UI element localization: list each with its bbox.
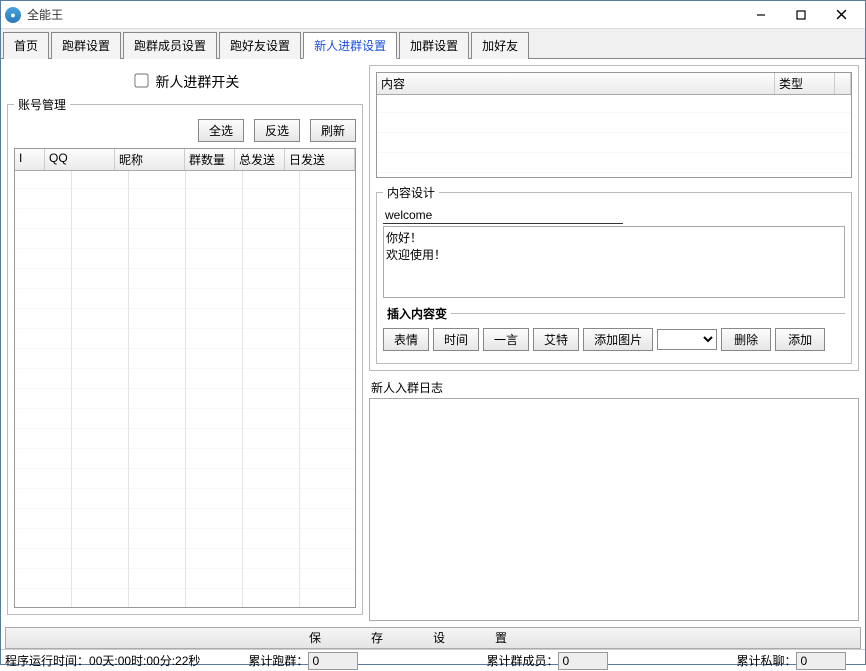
content-set-group: 内容设计 插入内容变 表情 时间 一言 艾特 添加图片 删除 添加: [376, 184, 852, 364]
tab-run-group-members[interactable]: 跑群成员设置: [123, 32, 217, 59]
content-list-group: 内容 类型 内容设计 插入内容变 表情 时间 一言 艾特 添加图片: [369, 65, 859, 371]
invert-select-button[interactable]: 反选: [254, 119, 300, 142]
save-settings-button[interactable]: 保存设置: [5, 627, 861, 649]
account-table[interactable]: I QQ 昵称 群数量 总发送 日发送: [14, 148, 356, 608]
newcomer-switch-row: 新人进群开关: [7, 65, 363, 96]
maximize-button[interactable]: [781, 1, 821, 29]
insert-emoji-button[interactable]: 表情: [383, 328, 429, 351]
log-label: 新人入群日志: [371, 379, 859, 396]
insert-oneword-button[interactable]: 一言: [483, 328, 529, 351]
newcomer-switch[interactable]: 新人进群开关: [131, 74, 240, 90]
content-message-textarea[interactable]: [383, 226, 845, 298]
insert-add-image-button[interactable]: 添加图片: [583, 328, 653, 351]
titlebar: ● 全能王: [1, 1, 865, 29]
log-box[interactable]: [369, 398, 859, 621]
status-bar: 程序运行时间： 00天:00时:00分:22秒 累计跑群： 累计群成员： 累计私…: [1, 649, 865, 671]
col-spacer: [835, 73, 851, 94]
tab-add-friend[interactable]: 加好友: [471, 32, 529, 59]
tab-newcomer[interactable]: 新人进群设置: [303, 32, 397, 59]
close-button[interactable]: [821, 1, 861, 29]
content-select[interactable]: [657, 329, 717, 350]
add-button[interactable]: 添加: [775, 328, 825, 351]
members-label: 累计群成员：: [486, 652, 558, 669]
col-index[interactable]: I: [15, 149, 45, 170]
col-content[interactable]: 内容: [377, 73, 775, 94]
tab-run-group[interactable]: 跑群设置: [51, 32, 121, 59]
account-group: 账号管理 全选 反选 刷新 I QQ 昵称 群数量 总发送 日发送: [7, 96, 363, 615]
col-type[interactable]: 类型: [775, 73, 835, 94]
col-groups[interactable]: 群数量: [185, 149, 235, 170]
content-set-legend: 内容设计: [383, 184, 439, 201]
insert-at-button[interactable]: 艾特: [533, 328, 579, 351]
minimize-button[interactable]: [741, 1, 781, 29]
col-daily-sent[interactable]: 日发送: [285, 149, 355, 170]
col-total-sent[interactable]: 总发送: [235, 149, 285, 170]
runtime-value: 00天:00时:00分:22秒: [89, 652, 200, 669]
tab-run-friends[interactable]: 跑好友设置: [219, 32, 301, 59]
tab-bar: 首页 跑群设置 跑群成员设置 跑好友设置 新人进群设置 加群设置 加好友: [1, 29, 865, 59]
col-qq[interactable]: QQ: [45, 149, 115, 170]
tab-add-group[interactable]: 加群设置: [399, 32, 469, 59]
delete-button[interactable]: 删除: [721, 328, 771, 351]
content-title-input[interactable]: [383, 207, 623, 224]
content-table[interactable]: 内容 类型: [376, 72, 852, 178]
account-table-header: I QQ 昵称 群数量 总发送 日发送: [15, 149, 355, 171]
members-value: [558, 652, 608, 670]
run-group-value: [308, 652, 358, 670]
tab-home[interactable]: 首页: [3, 32, 49, 59]
account-legend: 账号管理: [14, 96, 70, 113]
insert-legend: 插入内容变: [383, 305, 451, 322]
newcomer-switch-label: 新人进群开关: [155, 74, 239, 90]
runtime-label: 程序运行时间：: [5, 652, 89, 669]
select-all-button[interactable]: 全选: [198, 119, 244, 142]
run-group-label: 累计跑群：: [248, 652, 308, 669]
insert-group: 插入内容变 表情 时间 一言 艾特 添加图片 删除 添加: [383, 305, 845, 351]
window-title: 全能王: [27, 6, 63, 23]
refresh-button[interactable]: 刷新: [310, 119, 356, 142]
pm-label: 累计私聊：: [736, 652, 796, 669]
insert-time-button[interactable]: 时间: [433, 328, 479, 351]
content-table-header: 内容 类型: [377, 73, 851, 95]
pm-value: [796, 652, 846, 670]
newcomer-switch-checkbox[interactable]: [134, 73, 148, 87]
app-icon: ●: [5, 7, 21, 23]
col-nick[interactable]: 昵称: [115, 149, 185, 170]
